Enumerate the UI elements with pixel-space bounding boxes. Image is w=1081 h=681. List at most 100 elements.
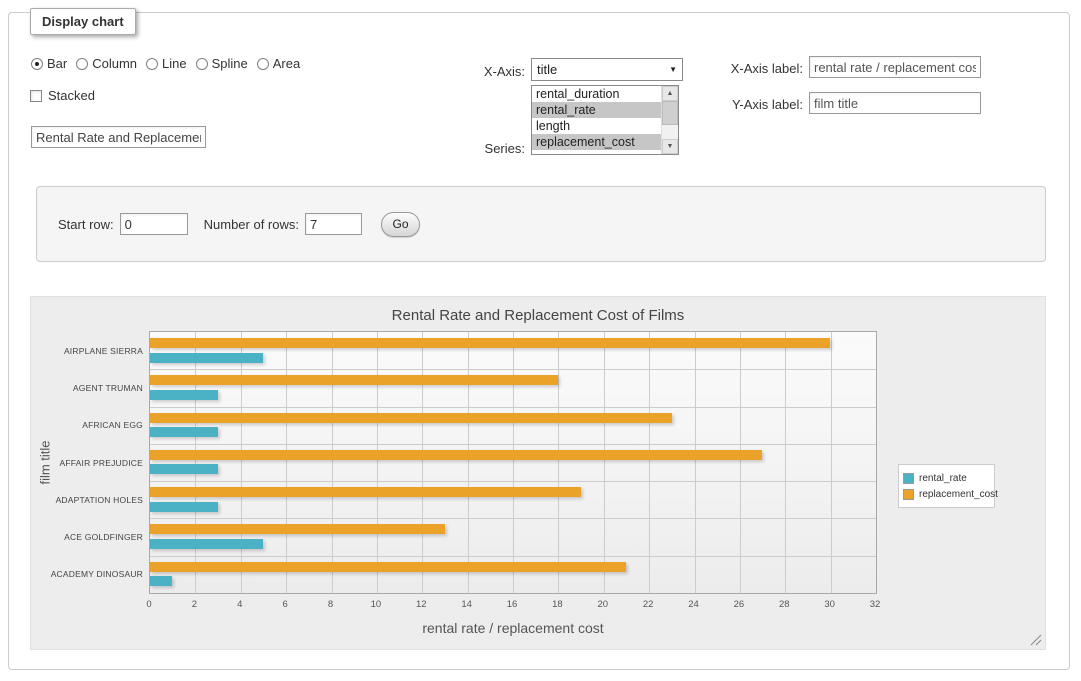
chart-legend: rental_ratereplacement_cost — [898, 464, 995, 508]
chevron-down-icon: ▼ — [669, 65, 677, 74]
grid-line-horizontal — [150, 556, 876, 557]
radio-icon[interactable] — [257, 58, 269, 70]
x-tick-label: 16 — [497, 599, 527, 610]
chart-type-label: Line — [162, 56, 187, 71]
chart-type-radio-group: Bar Column Line Spline Area — [31, 56, 309, 71]
x-axis-select[interactable]: title ▼ — [531, 58, 683, 81]
legend-swatch — [903, 473, 914, 484]
series-field-label: Series: — [420, 141, 525, 156]
x-tick-label: 8 — [316, 599, 346, 610]
x-tick-label: 14 — [452, 599, 482, 610]
grid-line-vertical — [649, 332, 650, 593]
bar-replacement_cost — [150, 487, 581, 497]
row-range-panel: Start row: Number of rows: Go — [36, 186, 1046, 262]
stacked-label: Stacked — [48, 88, 95, 103]
series-listbox[interactable]: rental_durationrental_ratelengthreplacem… — [531, 85, 679, 155]
bar-rental_rate — [150, 353, 263, 363]
series-option-replacement_cost[interactable]: replacement_cost — [532, 134, 661, 150]
legend-item: rental_rate — [903, 470, 990, 486]
series-option-rental_rate[interactable]: rental_rate — [532, 102, 661, 118]
grid-line-vertical — [241, 332, 242, 593]
start-row-label: Start row: — [58, 217, 114, 232]
grid-line-horizontal — [150, 481, 876, 482]
grid-line-horizontal — [150, 444, 876, 445]
grid-line-vertical — [513, 332, 514, 593]
radio-icon[interactable] — [31, 58, 43, 70]
grid-line-vertical — [422, 332, 423, 593]
y-category-label: ACADEMY DINOSAUR — [31, 569, 143, 579]
chart-type-label: Spline — [212, 56, 248, 71]
start-row-input[interactable] — [120, 213, 188, 235]
chart-panel: Rental Rate and Replacement Cost of Film… — [30, 296, 1046, 650]
x-tick-label: 32 — [860, 599, 890, 610]
chart-title-input[interactable] — [31, 126, 206, 148]
series-scrollbar[interactable]: ▲ ▼ — [661, 86, 678, 154]
chart-resize-handle[interactable] — [1030, 634, 1042, 646]
bar-replacement_cost — [150, 450, 762, 460]
grid-line-horizontal — [150, 369, 876, 370]
x-tick-label: 18 — [542, 599, 572, 610]
bar-replacement_cost — [150, 562, 626, 572]
y-category-label: ACE GOLDFINGER — [31, 532, 143, 542]
x-tick-label: 22 — [633, 599, 663, 610]
bar-replacement_cost — [150, 338, 830, 348]
y-category-label: AFRICAN EGG — [31, 420, 143, 430]
y-category-label: AGENT TRUMAN — [31, 383, 143, 393]
stacked-option[interactable]: Stacked — [30, 88, 95, 103]
scrollbar-thumb[interactable] — [662, 101, 678, 125]
grid-line-horizontal — [150, 518, 876, 519]
chart-type-label: Area — [273, 56, 300, 71]
grid-line-vertical — [740, 332, 741, 593]
radio-icon[interactable] — [196, 58, 208, 70]
series-option-length[interactable]: length — [532, 118, 661, 134]
x-tick-label: 6 — [270, 599, 300, 610]
stacked-checkbox-icon[interactable] — [30, 90, 42, 102]
chart-type-label: Bar — [47, 56, 67, 71]
radio-icon[interactable] — [76, 58, 88, 70]
bar-replacement_cost — [150, 524, 445, 534]
x-tick-label: 26 — [724, 599, 754, 610]
x-axis-selected-value: title — [537, 62, 557, 77]
scroll-down-icon[interactable]: ▼ — [662, 139, 678, 154]
x-tick-label: 20 — [588, 599, 618, 610]
x-tick-label: 12 — [406, 599, 436, 610]
y-category-label: AFFAIR PREJUDICE — [31, 458, 143, 468]
legend-item: replacement_cost — [903, 486, 990, 502]
chart-type-option-area[interactable]: Area — [257, 56, 300, 71]
bar-replacement_cost — [150, 375, 558, 385]
go-button[interactable]: Go — [381, 212, 420, 237]
grid-line-vertical — [377, 332, 378, 593]
chart-type-option-line[interactable]: Line — [146, 56, 187, 71]
x-tick-label: 0 — [134, 599, 164, 610]
grid-line-vertical — [695, 332, 696, 593]
y-category-label: ADAPTATION HOLES — [31, 495, 143, 505]
grid-line-vertical — [831, 332, 832, 593]
bar-rental_rate — [150, 427, 218, 437]
y-axis-label-input[interactable] — [809, 92, 981, 114]
grid-line-vertical — [604, 332, 605, 593]
series-options-list: rental_durationrental_ratelengthreplacem… — [532, 86, 661, 154]
legend-label: replacement_cost — [919, 489, 998, 500]
scroll-up-icon[interactable]: ▲ — [662, 86, 678, 101]
x-tick-labels: 02468101214161820222426283032 — [149, 599, 877, 611]
x-axis-label-input[interactable] — [809, 56, 981, 78]
x-axis-field-label: X-Axis: — [420, 64, 525, 79]
x-axis-label-field-label: X-Axis label: — [700, 61, 803, 76]
num-rows-label: Number of rows: — [204, 217, 299, 232]
radio-icon[interactable] — [146, 58, 158, 70]
bar-rental_rate — [150, 464, 218, 474]
chart-title: Rental Rate and Replacement Cost of Film… — [31, 307, 1045, 324]
chart-type-option-column[interactable]: Column — [76, 56, 137, 71]
series-option-rental_duration[interactable]: rental_duration — [532, 86, 661, 102]
bar-rental_rate — [150, 576, 172, 586]
x-tick-label: 10 — [361, 599, 391, 610]
legend-swatch — [903, 489, 914, 500]
chart-type-option-bar[interactable]: Bar — [31, 56, 67, 71]
chart-type-option-spline[interactable]: Spline — [196, 56, 248, 71]
chart-type-label: Column — [92, 56, 137, 71]
x-tick-label: 24 — [679, 599, 709, 610]
grid-line-vertical — [332, 332, 333, 593]
x-axis-title: rental rate / replacement cost — [149, 620, 877, 636]
num-rows-input[interactable] — [305, 213, 362, 235]
grid-line-vertical — [195, 332, 196, 593]
